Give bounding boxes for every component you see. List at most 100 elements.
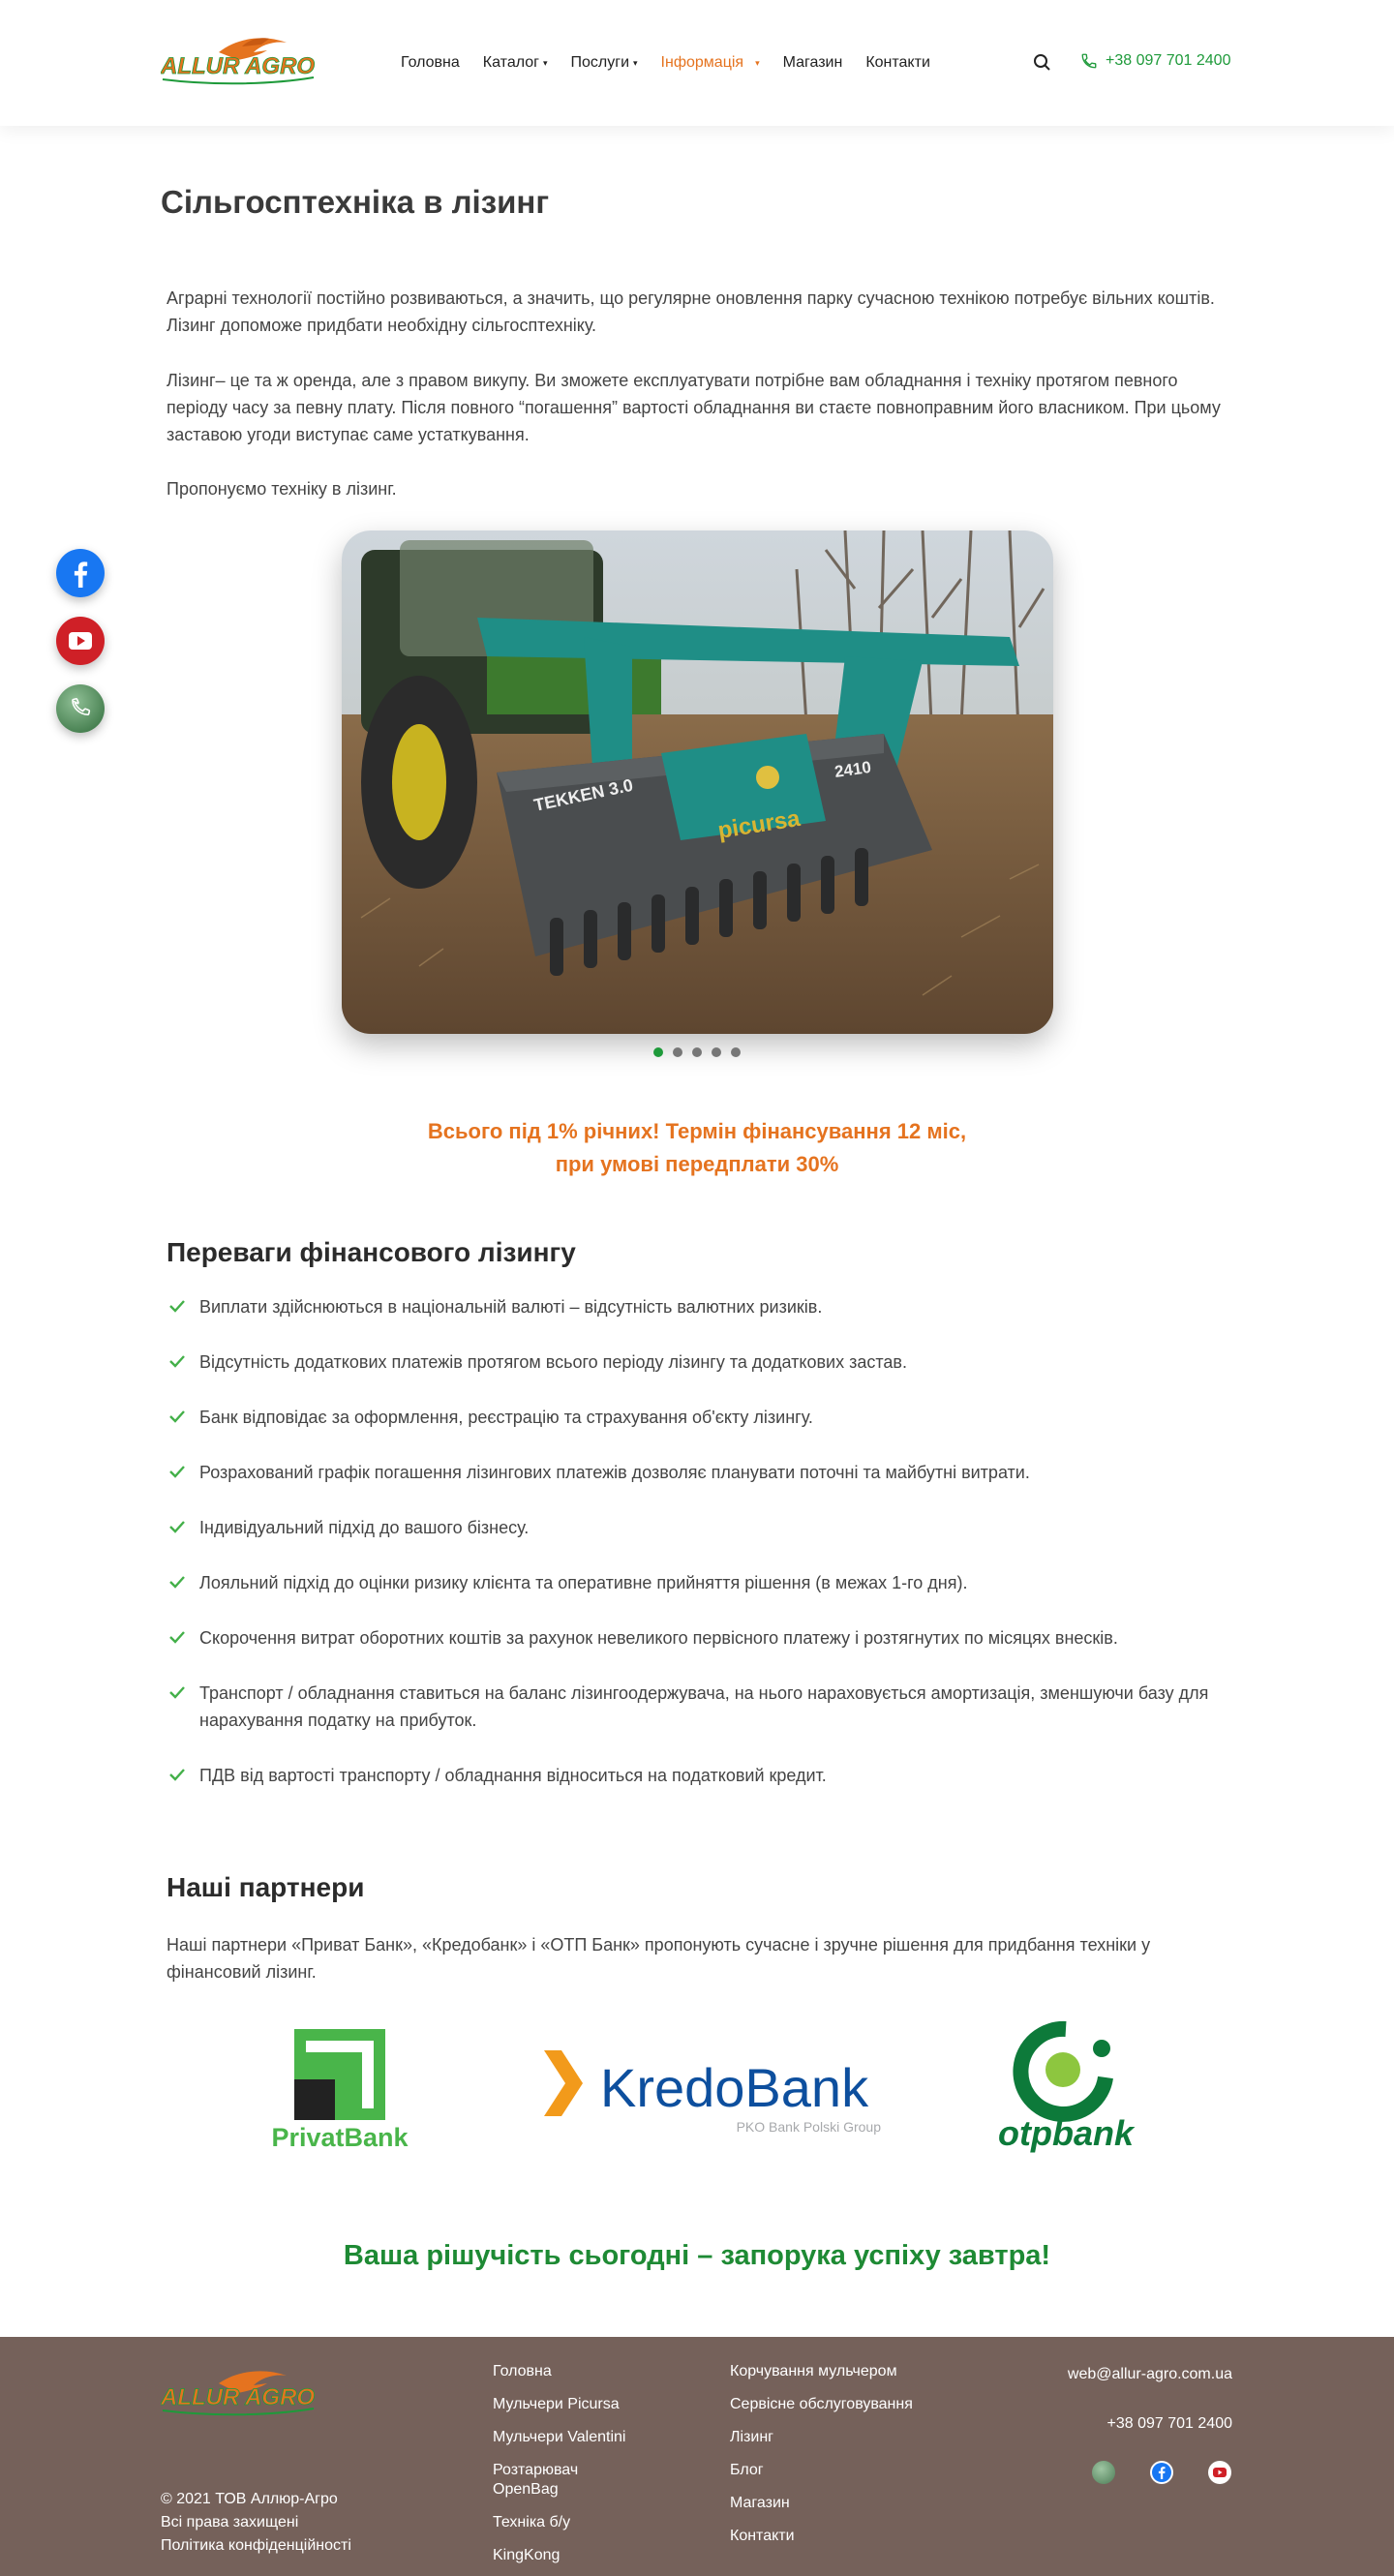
slider-dot[interactable]: [712, 1047, 721, 1057]
nav-item-contacts[interactable]: Контакти: [865, 54, 930, 72]
nav-label: Послуги: [570, 54, 630, 71]
privacy-policy-link[interactable]: Політика конфіденційності: [161, 2534, 351, 2558]
list-item: Виплати здійснюються в національній валю…: [167, 1293, 1212, 1320]
footer-link-service[interactable]: Сервісне обслуговування: [730, 2395, 982, 2414]
phone-icon[interactable]: [1092, 2461, 1115, 2484]
check-icon: [169, 1576, 185, 1589]
check-icon: [169, 1631, 185, 1644]
list-item: Транспорт / обладнання ставиться на бала…: [167, 1680, 1212, 1734]
footer-menu-main: Головна Мульчери Picursa Мульчери Valent…: [493, 2362, 686, 2576]
promo-line-1: Всього під 1% річних! Термін фінансуванн…: [427, 1119, 967, 1143]
slider-dot[interactable]: [653, 1047, 663, 1057]
phone-icon: [72, 698, 91, 716]
privatbank-name: PrivatBank: [271, 2123, 409, 2151]
kredobank-tagline: PKO Bank Polski Group: [737, 2119, 882, 2135]
site-header: ALLUR AGRO Головна Каталог ▾ Послуги ▾ Інф…: [0, 0, 1394, 126]
slider-dot[interactable]: [692, 1047, 702, 1057]
list-item: ПДВ від вартості транспорту / обладнання…: [167, 1762, 1212, 1789]
advantage-text: Лояльний підхід до оцінки ризику клієнта…: [199, 1573, 968, 1592]
facebook-float-button[interactable]: [56, 549, 105, 597]
nav-label: Головна: [401, 54, 460, 71]
advantage-text: Банк відповідає за оформлення, реєстраці…: [199, 1408, 813, 1427]
footer-link-openbag-cont[interactable]: OpenBag: [493, 2480, 686, 2500]
check-icon: [169, 1521, 185, 1533]
page-title: Сільгосптехніка в лізинг: [161, 184, 550, 220]
list-item: Банк відповідає за оформлення, реєстраці…: [167, 1404, 1212, 1431]
nav-label: Каталог: [482, 54, 539, 71]
promo-text: Всього під 1% річних! Термін фінансуванн…: [310, 1115, 1084, 1181]
header-phone-link[interactable]: +38 097 701 2400: [1080, 52, 1230, 70]
footer-link-picursa[interactable]: Мульчери Picursa: [493, 2395, 686, 2414]
otpbank-logo[interactable]: otpbank: [995, 2019, 1136, 2157]
advantage-text: Виплати здійснюються в національній валю…: [199, 1297, 823, 1317]
footer-link-contacts[interactable]: Контакти: [730, 2527, 982, 2546]
slogan: Ваша рішучість сьогодні – запорука успіх…: [343, 2240, 1051, 2271]
list-item: Відсутність додаткових платежів протягом…: [167, 1349, 1212, 1376]
nav-label: Інформація: [660, 54, 744, 71]
nav-item-services[interactable]: Послуги ▾: [571, 54, 638, 72]
header-phone-text: +38 097 701 2400: [1106, 52, 1231, 69]
phone-float-button[interactable]: [56, 684, 105, 733]
offer-paragraph: Пропонуємо техніку в лізинг.: [167, 479, 397, 499]
footer-link-kingkong[interactable]: KingKong: [493, 2546, 686, 2565]
nav-item-home[interactable]: Головна: [401, 54, 460, 72]
advantages-list: Виплати здійснюються в національній валю…: [167, 1293, 1212, 1789]
chevron-down-icon: ▾: [542, 57, 548, 68]
image-slider[interactable]: TEKKEN 3.0 2410 picursa: [342, 530, 1053, 1034]
kredobank-logo[interactable]: KredoBank PKO Bank Polski Group: [542, 2045, 883, 2141]
chevron-down-icon: ▾: [633, 57, 638, 68]
nav-item-catalog[interactable]: Каталог ▾: [483, 54, 548, 72]
check-icon: [169, 1410, 185, 1423]
footer-logo[interactable]: ALLUR AGRO: [160, 2364, 316, 2422]
privatbank-logo[interactable]: PrivatBank: [254, 2029, 426, 2152]
check-icon: [169, 1355, 185, 1368]
youtube-float-button[interactable]: [56, 617, 105, 665]
advantage-text: Відсутність додаткових платежів протягом…: [199, 1352, 907, 1372]
footer-link-openbag[interactable]: Розтарювач: [493, 2461, 686, 2480]
partners-title: Наші партнери: [167, 1872, 365, 1902]
facebook-icon[interactable]: [1150, 2461, 1173, 2484]
phone-icon: [1081, 53, 1097, 69]
nav-item-information[interactable]: Інформація ▾: [661, 54, 760, 72]
advantage-text: Розрахований графік погашення лізингових…: [199, 1463, 1030, 1482]
list-item: Індивідуальний підхід до вашого бізнесу.: [167, 1514, 1212, 1541]
footer-phone[interactable]: +38 097 701 2400: [1107, 2415, 1232, 2433]
check-icon: [169, 1300, 185, 1313]
footer-link-shop[interactable]: Магазин: [730, 2494, 982, 2513]
footer-link-valentini[interactable]: Мульчери Valentini: [493, 2428, 686, 2447]
rights-text: Всі права захищені: [161, 2514, 299, 2531]
slider-pagination: [653, 1047, 750, 1057]
leasing-definition-paragraph: Лізинг– це та ж оренда, але з правом вик…: [167, 371, 1221, 444]
list-item: Розрахований графік погашення лізингових…: [167, 1459, 1212, 1486]
svg-text:ALLUR AGRO: ALLUR AGRO: [161, 53, 315, 79]
footer-email[interactable]: web@allur-agro.com.ua: [1068, 2366, 1232, 2383]
footer-link-used[interactable]: Техніка б/у: [493, 2513, 686, 2532]
list-item: Лояльний підхід до оцінки ризику клієнта…: [167, 1569, 1212, 1596]
slider-dot[interactable]: [673, 1047, 682, 1057]
footer-copyright: © 2021 ТОВ Аллюр-Агро Всі права захищені…: [161, 2488, 351, 2558]
footer-link-text: Розтарювач: [493, 2462, 579, 2478]
advantage-text: Транспорт / обладнання ставиться на бала…: [199, 1683, 1209, 1730]
nav-item-shop[interactable]: Магазин: [783, 54, 843, 72]
copyright-text: © 2021 ТОВ Аллюр-Агро: [161, 2491, 338, 2507]
search-icon[interactable]: [1032, 52, 1053, 74]
slider-dot[interactable]: [731, 1047, 741, 1057]
nav-label: Магазин: [782, 54, 843, 71]
promo-line-2: при умові передплати 30%: [555, 1152, 839, 1176]
check-icon: [169, 1769, 185, 1781]
footer-link-uprooting[interactable]: Корчування мульчером: [730, 2362, 982, 2381]
main-nav: Головна Каталог ▾ Послуги ▾ Інформація ▾ Ма…: [401, 52, 954, 74]
nav-label: Контакти: [865, 54, 930, 71]
footer-link-home[interactable]: Головна: [493, 2362, 686, 2381]
site-footer: ALLUR AGRO © 2021 ТОВ Аллюр-Агро Всі пра…: [0, 2337, 1394, 2576]
advantage-text: Скорочення витрат оборотних коштів за ра…: [199, 1628, 1118, 1648]
site-logo[interactable]: ALLUR AGRO: [160, 31, 316, 93]
advantages-title: Переваги фінансового лізингу: [167, 1237, 576, 1267]
youtube-icon[interactable]: [1208, 2461, 1231, 2484]
footer-link-leasing[interactable]: Лізинг: [730, 2428, 982, 2447]
kredobank-name: KredoBank: [600, 2057, 869, 2118]
intro-paragraph: Аграрні технології постійно розвиваються…: [167, 288, 1215, 335]
footer-link-blog[interactable]: Блог: [730, 2461, 982, 2480]
footer-logo-text: ALLUR AGRO: [161, 2384, 315, 2410]
chevron-down-icon: ▾: [755, 57, 760, 68]
